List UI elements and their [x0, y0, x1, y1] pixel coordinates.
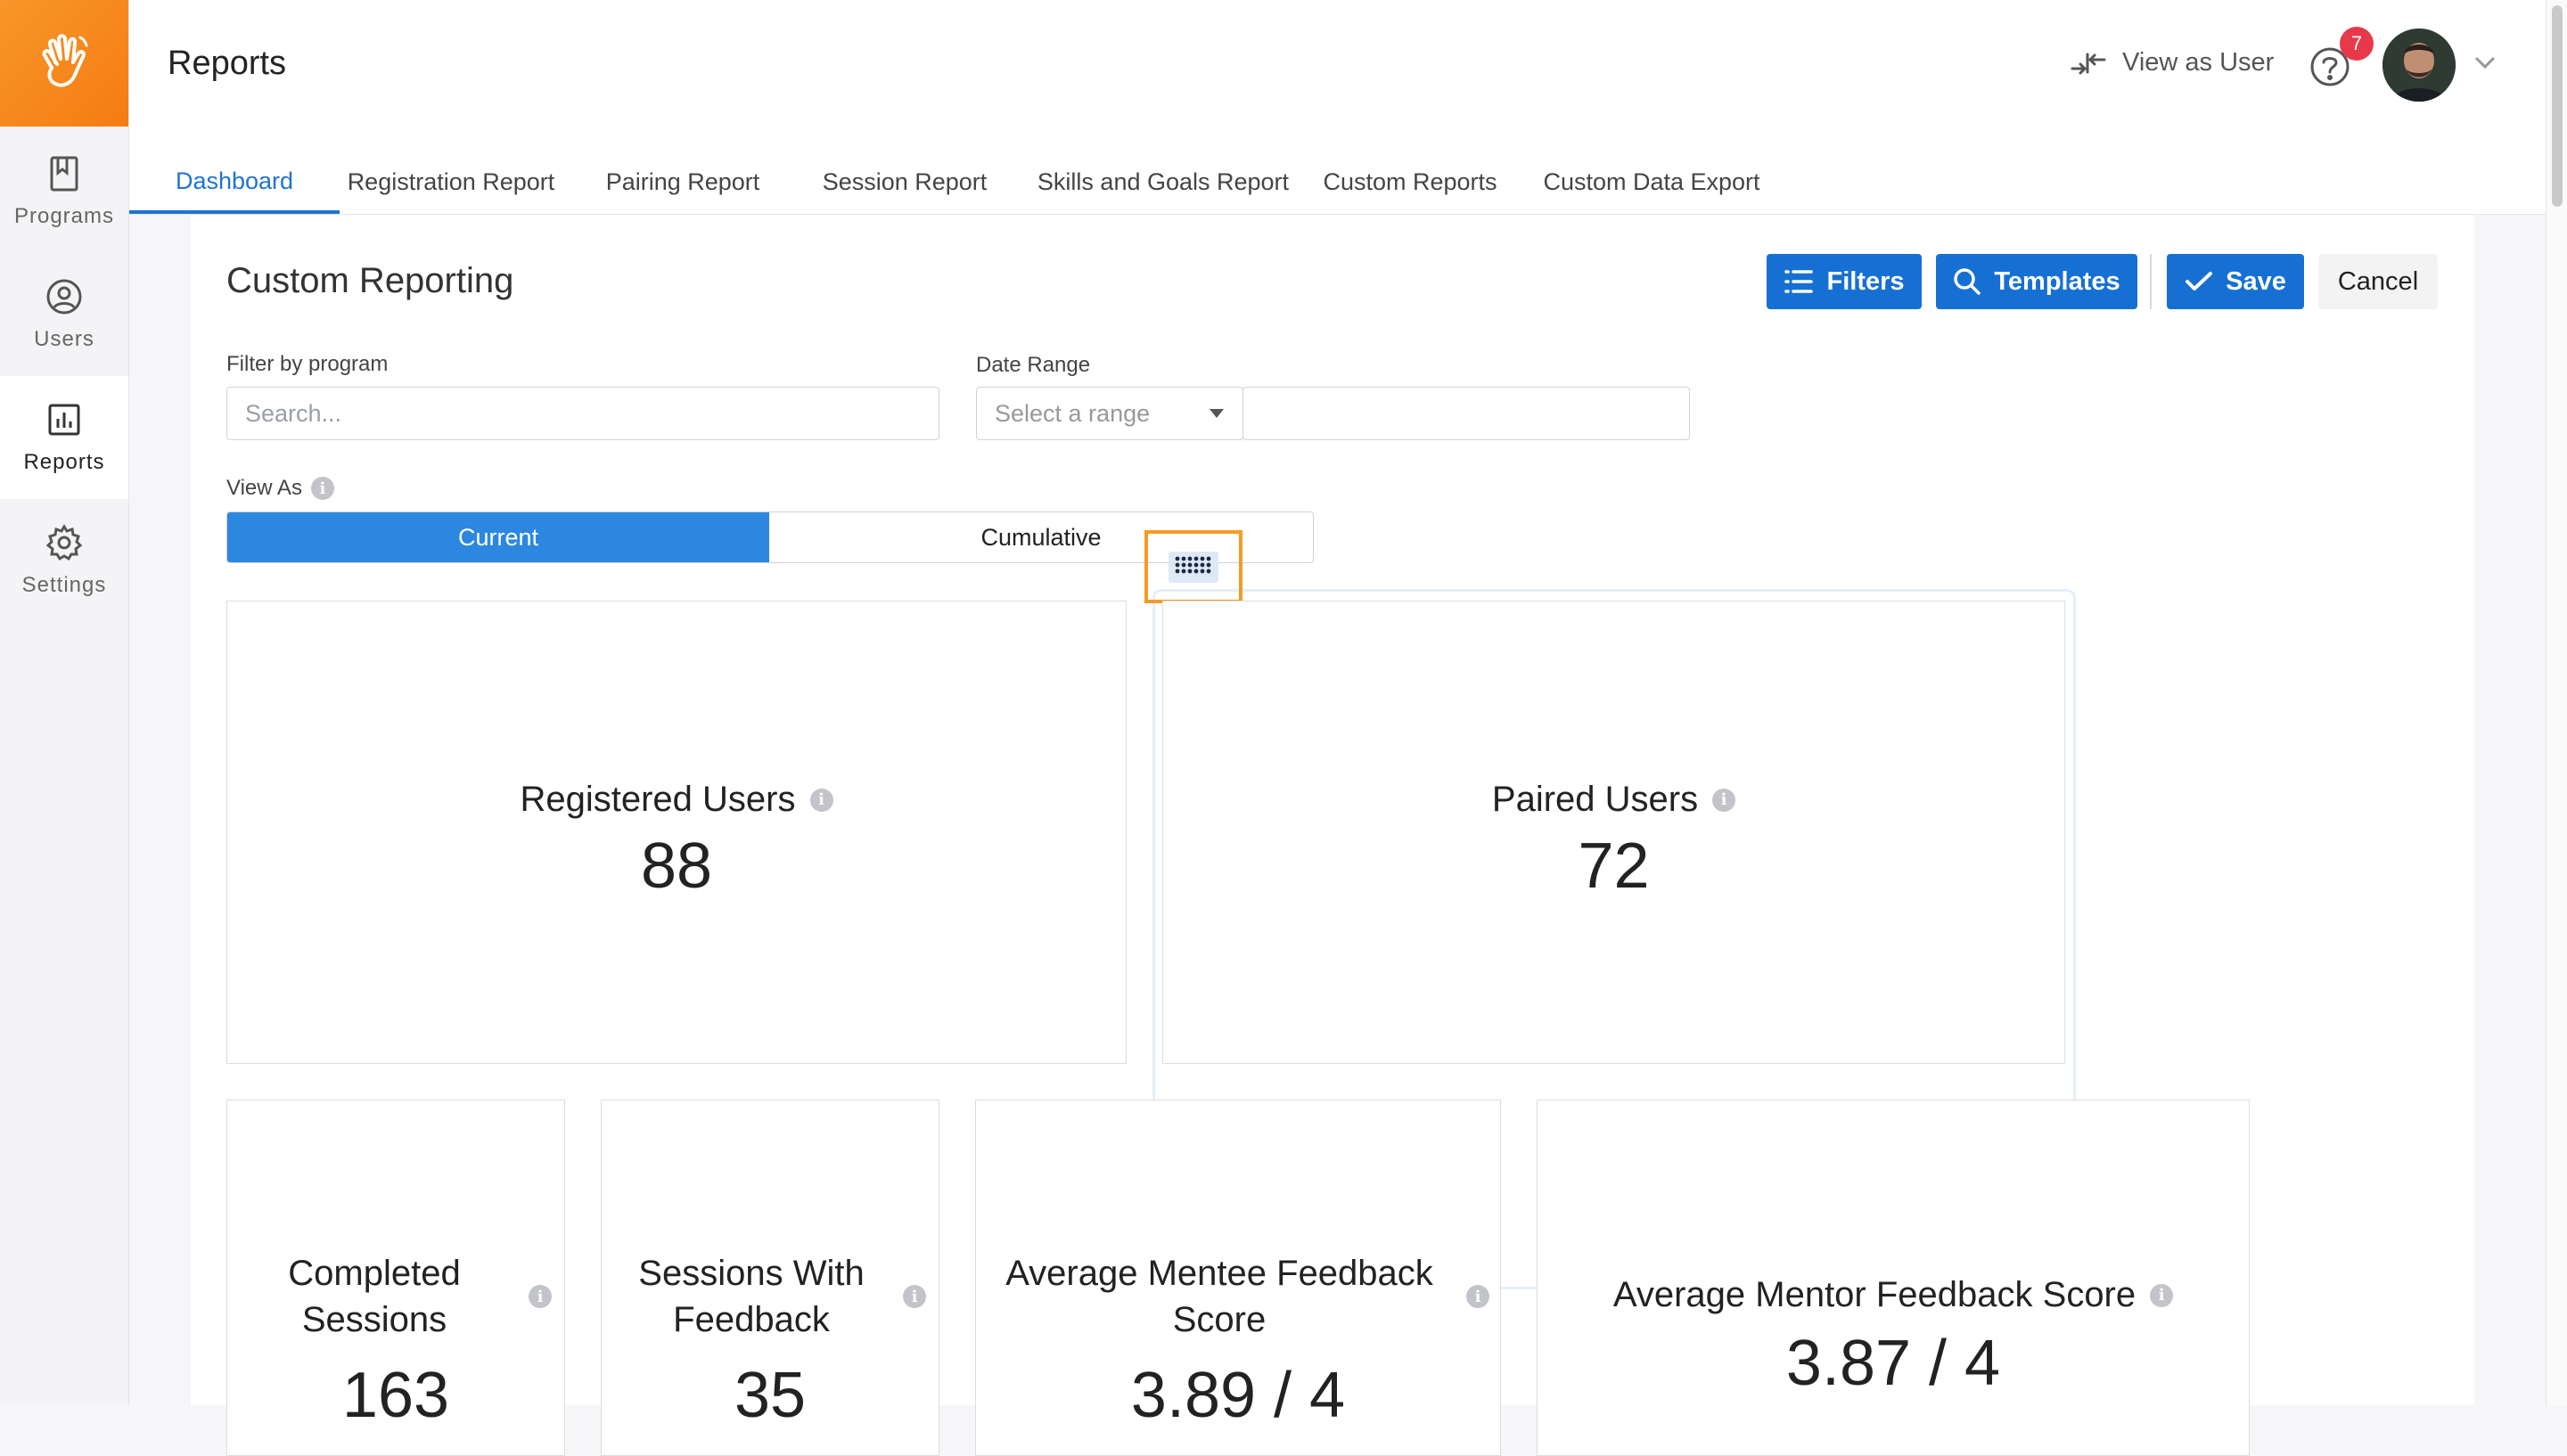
card-title-line1: Completed	[288, 1254, 461, 1293]
sidebar-item-label: Users	[34, 327, 94, 351]
card-title: Paired Users	[1491, 780, 1699, 819]
view-as-current[interactable]: Current	[227, 512, 769, 562]
save-label: Save	[2226, 266, 2286, 296]
tab-dashboard[interactable]: Dashboard	[129, 151, 340, 214]
card-title-line2: Score	[1172, 1300, 1267, 1339]
top-header: Reports View as User 7 Dashboard Registr…	[129, 0, 2567, 215]
date-range-value: Select a range	[995, 399, 1151, 427]
card-value: 163	[341, 1360, 450, 1431]
sidebar-item-users[interactable]: Users	[0, 253, 128, 376]
caret-down-icon	[1210, 409, 1224, 418]
card-title: Average Mentor Feedback Score	[1612, 1275, 2136, 1314]
avatar-image	[2382, 29, 2456, 102]
card-title-line1: Sessions With	[638, 1254, 865, 1293]
info-icon[interactable]: i	[809, 788, 833, 812]
date-range-select[interactable]: Select a range	[976, 387, 1243, 440]
avatar[interactable]	[2382, 29, 2456, 102]
gear-icon	[45, 524, 83, 561]
sidebar-item-label: Reports	[23, 450, 105, 474]
templates-button[interactable]: Templates	[1936, 254, 2137, 309]
drag-handle[interactable]	[1144, 530, 1242, 603]
sidebar-item-label: Programs	[13, 204, 115, 228]
info-icon[interactable]: i	[310, 477, 334, 500]
sidebar-item-programs[interactable]: Programs	[0, 130, 128, 253]
grip-dots-icon	[1175, 556, 1211, 573]
button-divider	[2150, 254, 2152, 309]
bar-chart-icon	[48, 404, 80, 436]
paired-users-card[interactable]: Paired Users i 72	[1162, 601, 2065, 1064]
sidebar-item-reports[interactable]: Reports	[0, 376, 128, 499]
info-icon[interactable]: i	[529, 1285, 552, 1308]
sessions-with-feedback-card[interactable]: Sessions With Feedback i 35	[601, 1100, 939, 1456]
bookmark-icon	[50, 156, 78, 192]
date-range-input[interactable]	[1242, 387, 1690, 440]
sidebar-item-settings[interactable]: Settings	[0, 499, 128, 622]
view-as-label: View As i	[226, 476, 334, 501]
card-title-line2: Feedback	[673, 1300, 830, 1339]
sidebar-item-label: Settings	[21, 573, 107, 597]
info-icon[interactable]: i	[1466, 1285, 1489, 1308]
tab-pairing-report[interactable]: Pairing Report	[598, 151, 767, 212]
info-icon[interactable]: i	[903, 1285, 926, 1308]
search-icon	[1954, 268, 1981, 295]
view-as-user-label: View as User	[2122, 48, 2275, 77]
waving-hand-icon	[42, 34, 88, 87]
brand-logo[interactable]	[0, 0, 128, 127]
card-value: 3.89 / 4	[1130, 1360, 1346, 1431]
save-button[interactable]: Save	[2167, 254, 2304, 309]
list-icon	[1784, 270, 1814, 293]
chevron-down-icon[interactable]	[2473, 55, 2497, 70]
view-as-text: View As	[226, 476, 302, 500]
info-icon[interactable]: i	[1712, 788, 1736, 812]
help-button[interactable]: 7	[2306, 27, 2377, 98]
mentee-feedback-card[interactable]: Average Mentee Feedback Score i 3.89 / 4	[975, 1100, 1501, 1456]
swap-arrows-icon	[2071, 53, 2106, 74]
card-value: 35	[734, 1360, 807, 1431]
filters-button[interactable]: Filters	[1767, 254, 1922, 309]
cancel-button[interactable]: Cancel	[2318, 254, 2438, 309]
report-tabs: Dashboard Registration Report Pairing Re…	[129, 151, 2567, 214]
tab-custom-data-export[interactable]: Custom Data Export	[1543, 151, 1760, 212]
notification-badge: 7	[2340, 27, 2374, 61]
custom-reporting-panel: Custom Reporting Filters Templates Save …	[191, 215, 2474, 1456]
scroll-thumb[interactable]	[2552, 5, 2563, 207]
card-value: 88	[640, 830, 713, 902]
registered-users-card[interactable]: Registered Users i 88	[226, 601, 1127, 1064]
view-as-user-button[interactable]: View as User	[2071, 48, 2274, 78]
user-circle-icon	[46, 279, 82, 315]
check-icon	[2186, 272, 2213, 290]
sidebar: Programs Users Reports Settings	[0, 0, 129, 1405]
tab-custom-reports[interactable]: Custom Reports	[1323, 151, 1497, 212]
section-title: Custom Reporting	[226, 261, 514, 300]
date-range-label: Date Range	[976, 353, 1091, 377]
card-title: Registered Users	[520, 780, 796, 819]
tab-registration-report[interactable]: Registration Report	[343, 151, 559, 212]
program-search-input[interactable]	[226, 387, 939, 440]
info-icon[interactable]: i	[2150, 1283, 2174, 1307]
mentor-feedback-card[interactable]: Average Mentor Feedback Score i 3.87 / 4	[1537, 1100, 2250, 1456]
page-title: Reports	[168, 45, 287, 82]
completed-sessions-card[interactable]: Completed Sessions i 163	[226, 1100, 565, 1456]
card-title-line2: Sessions	[301, 1300, 447, 1339]
card-title-line1: Average Mentee Feedback	[1005, 1254, 1433, 1293]
templates-label: Templates	[1994, 266, 2120, 296]
card-value: 72	[1578, 830, 1650, 902]
filter-program-label: Filter by program	[226, 352, 389, 376]
page-scrollbar[interactable]	[2546, 0, 2567, 1405]
filters-label: Filters	[1826, 266, 1905, 296]
card-value: 3.87 / 4	[1785, 1328, 2001, 1399]
tab-skills-goals-report[interactable]: Skills and Goals Report	[1037, 151, 1290, 212]
tab-session-report[interactable]: Session Report	[816, 151, 994, 212]
